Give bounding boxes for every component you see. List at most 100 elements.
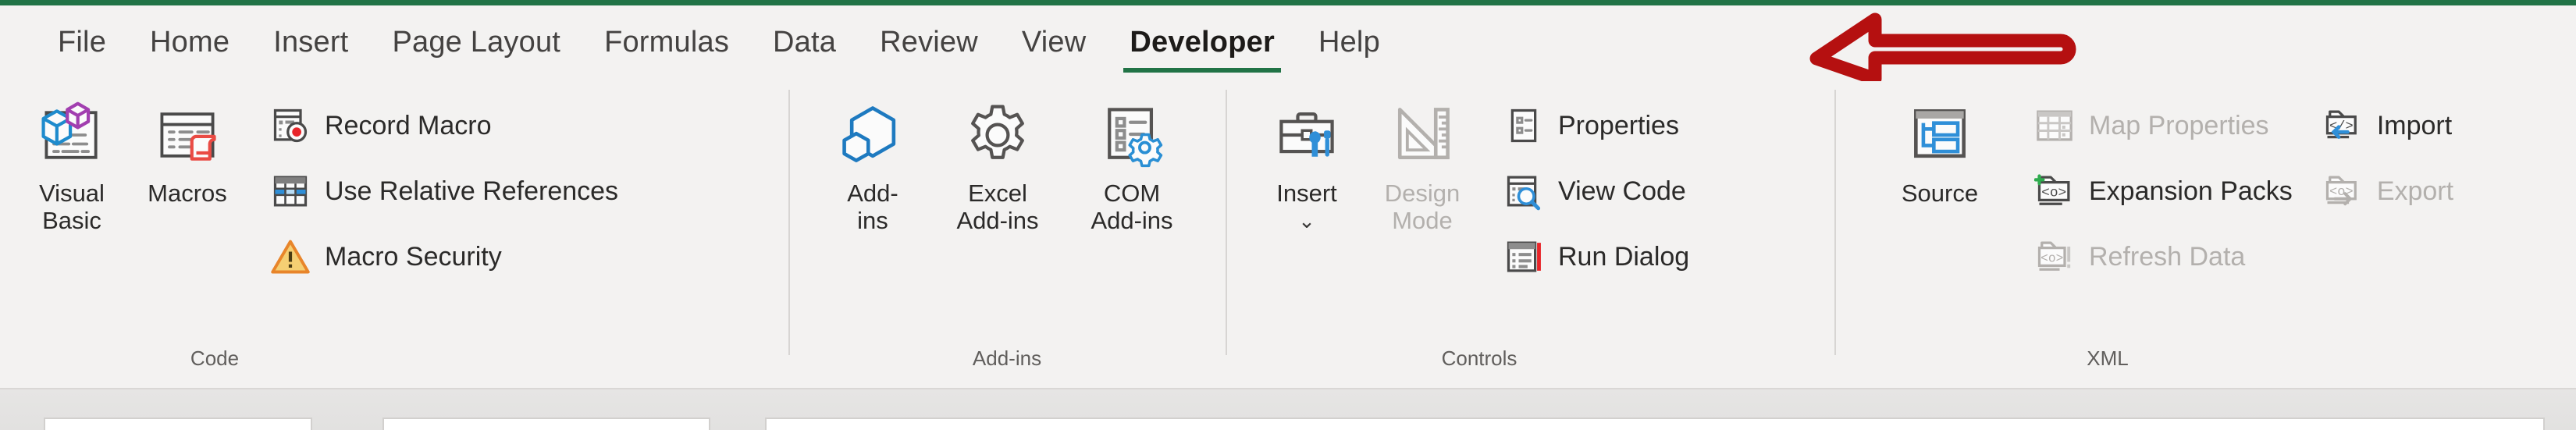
formula-bar-strip <box>0 388 2576 430</box>
xml-source-button[interactable]: Source <box>1873 90 2006 208</box>
view-code-label: View Code <box>1558 176 1686 206</box>
tab-developer-label: Developer <box>1130 26 1275 59</box>
xml-group-label: XML <box>2087 346 2129 370</box>
import-icon: </> <box>2321 104 2364 147</box>
add-ins-label: Add- ins <box>847 179 898 234</box>
tab-view-label: View <box>1021 26 1087 59</box>
com-add-ins-label: COM Add-ins <box>1091 179 1173 234</box>
tab-insert-label: Insert <box>273 26 349 59</box>
macro-security-button[interactable]: Macro Security <box>262 224 626 290</box>
tab-developer[interactable]: Developer <box>1108 5 1297 79</box>
run-dialog-label: Run Dialog <box>1558 241 1690 272</box>
design-mode-label: Design Mode <box>1384 179 1461 234</box>
ribbon-group-controls: Insert ⌄ Design Mode Properties View Cod… <box>1226 79 1834 388</box>
macros-button[interactable]: Macros <box>130 90 245 208</box>
macros-label: Macros <box>148 179 227 207</box>
tab-formulas[interactable]: Formulas <box>582 5 751 79</box>
import-button[interactable]: </> Import <box>2314 93 2461 158</box>
svg-text:<o>: <o> <box>2041 186 2066 201</box>
tab-review-label: Review <box>880 26 978 59</box>
tab-file[interactable]: File <box>36 5 128 79</box>
xml-source-icon <box>1904 98 1976 172</box>
refresh-data-label: Refresh Data <box>2089 241 2246 272</box>
tab-home-label: Home <box>150 26 230 59</box>
excel-add-ins-icon <box>962 98 1034 172</box>
tab-data-label: Data <box>773 26 837 59</box>
ribbon-group-code: Visual Basic Macros Record Macro Use Rel… <box>0 79 788 388</box>
tab-data[interactable]: Data <box>751 5 858 79</box>
properties-button[interactable]: Properties <box>1496 93 1697 158</box>
window-top-accent-border <box>0 0 2576 5</box>
tab-page-layout-label: Page Layout <box>392 26 561 59</box>
insert-controls-icon <box>1271 98 1343 172</box>
export-icon: <o> <box>2321 169 2364 213</box>
expansion-packs-button[interactable]: <o> Expansion Packs <box>2026 158 2300 224</box>
ribbon-group-addins: Add- ins Excel Add-ins COM Add-ins Add-i… <box>788 79 1226 388</box>
addins-group-label: Add-ins <box>972 346 1042 370</box>
expansion-packs-icon: <o> <box>2033 169 2076 213</box>
properties-label: Properties <box>1558 110 1679 140</box>
export-label: Export <box>2376 176 2454 206</box>
expansion-packs-label: Expansion Packs <box>2089 176 2293 206</box>
chevron-down-icon[interactable]: ⌄ <box>1298 211 1315 231</box>
controls-small-commands: Properties View Code Run Dialog <box>1496 90 1697 290</box>
add-ins-button[interactable]: Add- ins <box>815 90 930 234</box>
tab-help-label: Help <box>1318 26 1380 59</box>
insert-controls-label: Insert <box>1276 179 1337 207</box>
group-separator <box>1834 90 1836 355</box>
xml-small-commands-2: </> Import <o> Export <box>2314 90 2461 224</box>
group-separator <box>1226 90 1227 355</box>
formula-bar-input[interactable] <box>765 418 2545 430</box>
code-group-label: Code <box>190 346 240 370</box>
xml-source-label: Source <box>1901 179 1979 207</box>
view-code-button[interactable]: View Code <box>1496 158 1697 224</box>
tab-formulas-label: Formulas <box>604 26 730 59</box>
record-macro-icon <box>269 104 312 147</box>
tab-file-label: File <box>58 26 107 59</box>
ribbon-tab-strip: File Home Insert Page Layout Formulas Da… <box>0 5 2576 79</box>
name-box[interactable] <box>44 418 312 430</box>
group-separator <box>788 90 790 355</box>
refresh-data-icon: <o> <box>2033 235 2076 279</box>
run-dialog-button[interactable]: Run Dialog <box>1496 224 1697 290</box>
xml-small-commands-1: Map Properties <o> Expansion Packs <o> R… <box>2026 90 2300 290</box>
tab-review[interactable]: Review <box>858 5 1000 79</box>
run-dialog-icon <box>1502 235 1546 279</box>
relative-references-icon <box>269 169 312 213</box>
add-ins-icon <box>837 98 909 172</box>
properties-icon <box>1502 104 1546 147</box>
controls-group-label: Controls <box>1441 346 1517 370</box>
record-macro-button[interactable]: Record Macro <box>262 93 626 158</box>
svg-text:<o>: <o> <box>2041 251 2063 266</box>
ribbon-content: Visual Basic Macros Record Macro Use Rel… <box>0 79 2576 388</box>
import-label: Import <box>2376 110 2453 140</box>
visual-basic-button[interactable]: Visual Basic <box>14 90 130 234</box>
design-mode-icon <box>1386 98 1458 172</box>
tab-home[interactable]: Home <box>128 5 251 79</box>
tab-page-layout[interactable]: Page Layout <box>370 5 582 79</box>
visual-basic-icon <box>36 98 108 172</box>
macro-security-label: Macro Security <box>325 241 502 272</box>
visual-basic-label: Visual Basic <box>39 179 105 234</box>
macros-icon <box>151 98 223 172</box>
com-add-ins-button[interactable]: COM Add-ins <box>1065 90 1199 234</box>
map-properties-icon <box>2033 104 2076 147</box>
design-mode-button[interactable]: Design Mode <box>1364 90 1480 234</box>
use-relative-references-button[interactable]: Use Relative References <box>262 158 626 224</box>
map-properties-button[interactable]: Map Properties <box>2026 93 2300 158</box>
macro-security-icon <box>269 235 312 279</box>
code-small-commands: Record Macro Use Relative References Mac… <box>262 90 626 290</box>
formula-bar-left-segment[interactable] <box>382 418 710 430</box>
tab-insert[interactable]: Insert <box>251 5 370 79</box>
tab-view[interactable]: View <box>1000 5 1108 79</box>
excel-developer-ribbon-screenshot: File Home Insert Page Layout Formulas Da… <box>0 0 2576 430</box>
map-properties-label: Map Properties <box>2089 110 2269 140</box>
insert-controls-button[interactable]: Insert ⌄ <box>1249 90 1364 231</box>
com-add-ins-icon <box>1096 98 1168 172</box>
view-code-icon <box>1502 169 1546 213</box>
tab-help[interactable]: Help <box>1297 5 1402 79</box>
ribbon-group-xml: Source Map Properties <o> Expansion Pack… <box>1834 79 2576 388</box>
refresh-data-button[interactable]: <o> Refresh Data <box>2026 224 2300 290</box>
export-button[interactable]: <o> Export <box>2314 158 2461 224</box>
excel-add-ins-button[interactable]: Excel Add-ins <box>930 90 1065 234</box>
